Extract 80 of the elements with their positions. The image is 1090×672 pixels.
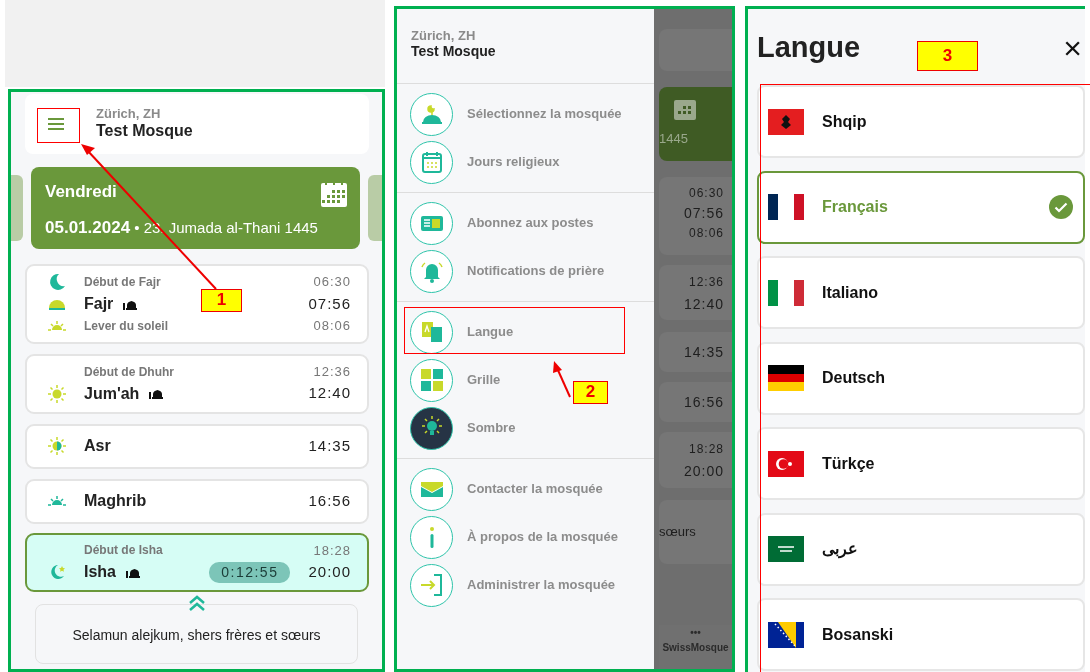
- calendar-icon: [320, 180, 348, 208]
- sunrise-time: 08:06: [313, 317, 351, 336]
- prayer-time: 08:06: [687, 225, 724, 242]
- language-option[interactable]: Shqip: [757, 85, 1085, 158]
- callout-label: 3: [917, 41, 978, 71]
- menu-item[interactable]: Notifications de prière: [397, 247, 654, 295]
- more-icon: •••: [659, 625, 732, 640]
- language-option[interactable]: Italiano: [757, 256, 1085, 329]
- flag-icon: [768, 194, 804, 220]
- close-button[interactable]: ×: [1063, 32, 1085, 64]
- prayer-name: Maghrib: [84, 491, 147, 511]
- menu-item[interactable]: Jours religieux: [397, 138, 654, 186]
- check-circle-icon: [1049, 195, 1073, 219]
- menu-icon: [47, 117, 65, 131]
- mosque-name: Test Mosque: [411, 43, 497, 61]
- weekday-text: Vendredi: [45, 181, 117, 203]
- prayer-time: 18:28: [687, 441, 724, 458]
- carousel-peek: [11, 175, 23, 241]
- callout-label: 2: [573, 381, 608, 404]
- prayer-time: 12:36: [687, 274, 724, 291]
- menu-item[interactable]: Sélectionnez la mosquée: [397, 90, 654, 138]
- location-text: Zürich, ZH: [96, 106, 162, 122]
- message-card: Selamun alejkum, shers frères et sœurs: [35, 604, 358, 664]
- flag-icon: [768, 108, 804, 135]
- prayer-time: 16:56: [308, 490, 351, 511]
- highlight-frame: [37, 108, 80, 143]
- countdown-timer: 0:12:55: [209, 561, 291, 583]
- language-option[interactable]: عربى: [757, 512, 1085, 586]
- prayer-start-label: Début de Isha: [84, 542, 164, 560]
- prayer-time: 16:56: [682, 393, 724, 412]
- menu-button[interactable]: [47, 117, 65, 131]
- flag-icon: [768, 365, 804, 391]
- language-option[interactable]: Bosanski: [757, 598, 1085, 671]
- flag-icon: [768, 450, 804, 477]
- prayer-time: 12:40: [308, 383, 351, 404]
- sunrise-label: Lever du soleil: [84, 318, 170, 335]
- language-option[interactable]: Türkçe: [757, 427, 1085, 500]
- flag-icon: [768, 536, 804, 562]
- prayer-time: 20:00: [682, 462, 724, 481]
- prayer-time: 07:56: [682, 204, 724, 223]
- prayer-time: 12:40: [682, 295, 724, 314]
- menu-item[interactable]: À propos de la mosquée: [397, 513, 654, 561]
- calendar-icon: [673, 97, 697, 121]
- tab-label: SwissMosque: [661, 641, 730, 655]
- menu-item[interactable]: Sombre: [397, 404, 654, 452]
- screen-title: Langue: [757, 30, 861, 66]
- callout-label: 1: [201, 289, 242, 312]
- flag-icon: [768, 279, 804, 306]
- carousel-peek: [368, 175, 382, 241]
- mosque-name: Test Mosque: [96, 121, 193, 142]
- annotation-arrow: [553, 361, 571, 398]
- prayer-start-time: 18:28: [313, 541, 351, 560]
- prayer-name: Jum'ah: [84, 383, 140, 404]
- prayer-name: Isha: [84, 562, 116, 582]
- info-icon: [428, 526, 435, 548]
- prayer-name: Asr: [84, 436, 111, 456]
- prayer-start-label: Début de Fajr: [84, 274, 162, 291]
- hijri-year-text: 1445: [659, 130, 689, 148]
- half-sun-icon: [47, 436, 67, 456]
- language-option[interactable]: Français: [757, 170, 1085, 244]
- chevron-up-icon: [187, 594, 207, 612]
- location-text: Zürich, ZH: [411, 29, 477, 44]
- crescent-moon-icon: [47, 272, 67, 292]
- menu-item[interactable]: Contacter la mosquée: [397, 465, 654, 513]
- menu-item[interactable]: Langue: [397, 308, 654, 356]
- prayer-start-label: Début de Dhuhr: [84, 363, 175, 381]
- prayer-time: 07:56: [308, 293, 351, 314]
- prayer-time: 14:35: [308, 435, 351, 456]
- prayer-start-time: 12:36: [313, 363, 351, 381]
- menu-item[interactable]: Administrer la mosquée: [397, 561, 654, 609]
- flag-icon: [768, 621, 804, 648]
- prayer-time: 20:00: [308, 561, 351, 582]
- prayer-name: Fajr: [84, 294, 114, 314]
- message-text: sœurs: [659, 524, 696, 539]
- menu-item[interactable]: Abonnez aux postes: [397, 199, 654, 247]
- sun-icon: [47, 383, 67, 404]
- prayer-start-time: 06:30: [313, 273, 351, 292]
- prayer-time: 14:35: [682, 343, 724, 362]
- prayer-time: 06:30: [687, 185, 724, 202]
- language-option[interactable]: Deutsch: [757, 341, 1085, 415]
